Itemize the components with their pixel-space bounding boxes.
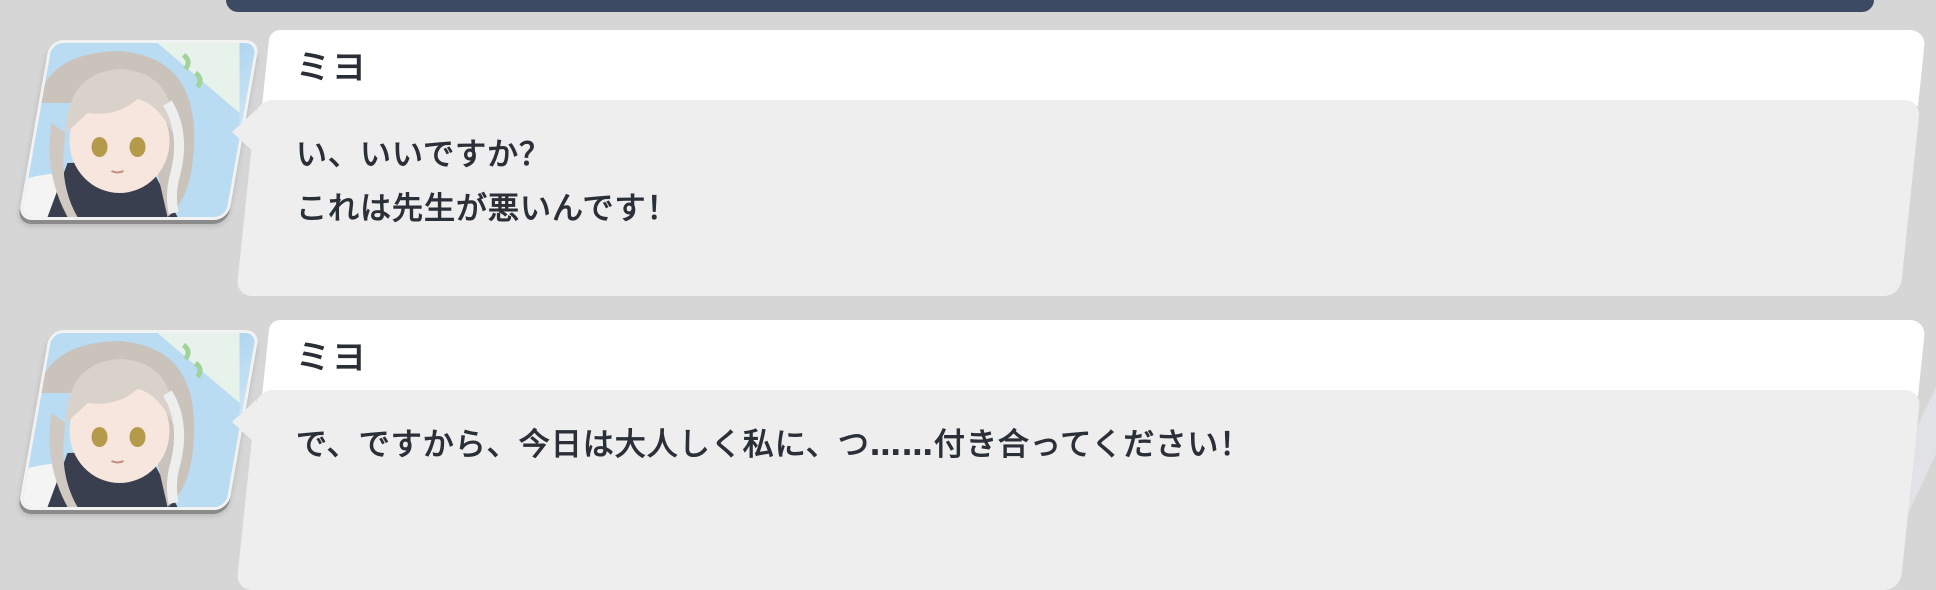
speaker-name: ミヨ	[296, 338, 368, 378]
message-line: い、いいですか？	[296, 137, 552, 173]
character-avatar-icon[interactable]	[18, 330, 260, 510]
message-line: これは先生が悪いんです！	[296, 191, 679, 227]
name-bar	[262, 320, 1926, 396]
name-bar	[262, 30, 1926, 106]
message-line: で、ですから、今日は大人しく私に、つ……付き合ってください！	[296, 427, 1252, 463]
message-text: で、ですから、今日は大人しく私に、つ……付き合ってください！	[296, 418, 1251, 472]
character-portrait-icon	[18, 333, 240, 507]
speaker-name: ミヨ	[296, 48, 368, 88]
message-text: い、いいですか？ これは先生が悪いんです！	[296, 128, 678, 236]
previous-message-bar	[226, 0, 1874, 12]
character-avatar-icon[interactable]	[18, 40, 260, 220]
character-portrait-icon	[18, 43, 240, 217]
chat-message: ミヨ で、ですから、今日は大人しく私に、つ……付き合ってください！	[0, 320, 1936, 590]
chat-message: ミヨ い、いいですか？ これは先生が悪いんです！	[0, 30, 1936, 300]
